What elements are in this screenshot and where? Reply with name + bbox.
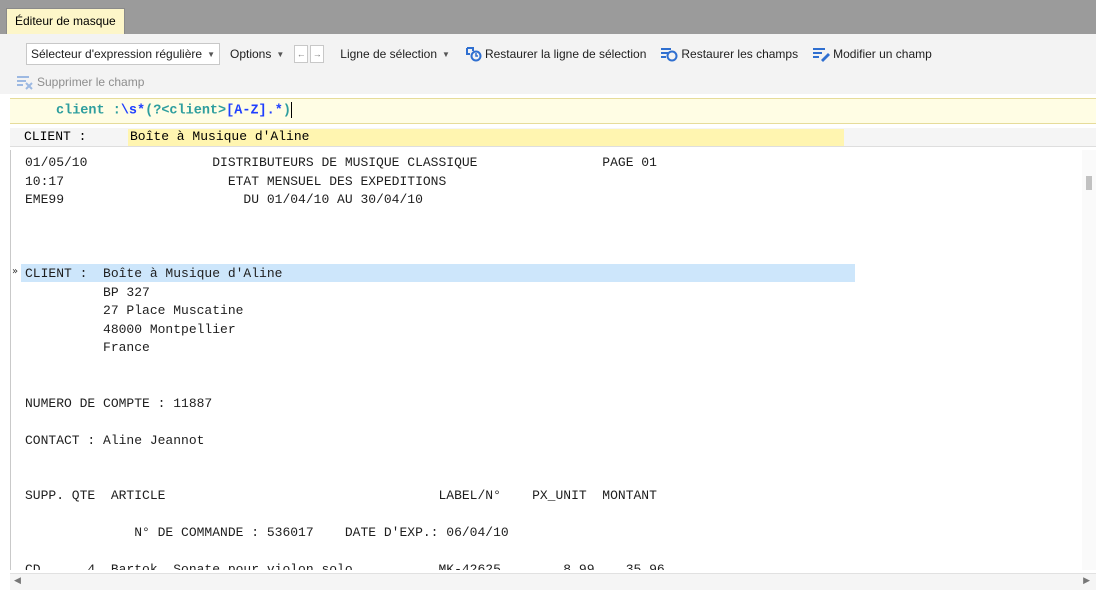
regex-whitespace-token: \s* xyxy=(120,103,146,119)
arrow-left-icon: ← xyxy=(296,49,306,59)
edit-field-button[interactable]: Modifier un champ xyxy=(808,46,936,62)
selection-marker-icon: » xyxy=(12,266,19,277)
selection-line-label: Ligne de sélection xyxy=(340,47,438,61)
regex-expression[interactable]: client :\s*(?<client>[A-Z].*) xyxy=(56,102,292,121)
vertical-scrollbar[interactable] xyxy=(1082,150,1096,570)
regex-wildcard: .* xyxy=(266,103,283,119)
report-line: 10:17 ETAT MENSUEL DES EXPEDITIONS xyxy=(25,173,447,189)
regex-selector-dropdown[interactable]: Sélecteur d'expression régulière ▼ xyxy=(26,43,220,65)
next-arrow-button[interactable]: → xyxy=(310,45,325,63)
result-label: CLIENT : xyxy=(24,129,87,144)
regex-expression-line[interactable]: client :\s*(?<client>[A-Z].*) xyxy=(10,98,1096,124)
toolbar-row-2: Supprimer le champ xyxy=(12,70,148,94)
report-line: CD 4 Bartok, Sonate pour violon solo MK-… xyxy=(25,562,665,570)
report-line: France xyxy=(25,340,150,355)
restore-icon xyxy=(465,47,482,62)
regex-group-open: (?<client> xyxy=(145,103,227,119)
toolbar: Sélecteur d'expression régulière ▼ Optio… xyxy=(0,34,1096,94)
regex-selector-label: Sélecteur d'expression régulière xyxy=(31,47,203,61)
text-cursor xyxy=(290,102,292,118)
delete-field-button[interactable]: Supprimer le champ xyxy=(12,74,148,90)
sample-result-line: CLIENT : Boîte à Musique d'Aline xyxy=(10,128,1096,147)
options-label: Options xyxy=(229,47,272,61)
previous-arrow-button[interactable]: ← xyxy=(294,45,309,63)
result-field-value[interactable]: Boîte à Musique d'Aline xyxy=(128,129,844,146)
result-value-text: Boîte à Musique d'Aline xyxy=(130,129,310,144)
chevron-down-icon: ▼ xyxy=(442,49,450,59)
tab-mask-editor[interactable]: Éditeur de masque xyxy=(6,8,125,34)
edit-field-icon xyxy=(813,48,831,62)
chevron-down-icon: ▼ xyxy=(276,49,285,59)
restore-selection-line-button[interactable]: Restaurer la ligne de sélection xyxy=(460,46,650,62)
report-line: 48000 Montpellier xyxy=(25,321,236,337)
restore-fields-icon xyxy=(661,48,678,62)
scroll-right-icon[interactable]: ▶ xyxy=(1083,575,1090,586)
delete-field-icon xyxy=(17,76,33,90)
restore-selection-line-label: Restaurer la ligne de sélection xyxy=(484,47,647,61)
scroll-left-icon[interactable]: ◀ xyxy=(14,575,21,586)
tab-strip: Éditeur de masque xyxy=(0,0,1096,34)
delete-field-label: Supprimer le champ xyxy=(37,75,145,89)
selection-line-dropdown[interactable]: Ligne de sélection ▼ xyxy=(336,47,454,61)
report-line: 01/05/10 DISTRIBUTEURS DE MUSIQUE CLASSI… xyxy=(25,155,657,170)
toolbar-row-1: Sélecteur d'expression régulière ▼ Optio… xyxy=(26,42,936,66)
regex-group-close: ) xyxy=(282,103,291,119)
scrollbar-thumb[interactable] xyxy=(1086,176,1092,190)
edit-field-label: Modifier un champ xyxy=(833,47,932,61)
regex-char-class: [A-Z] xyxy=(226,103,267,119)
options-dropdown[interactable]: Options ▼ xyxy=(226,47,288,61)
report-line: SUPP. QTE ARTICLE LABEL/N° PX_UNIT MONTA… xyxy=(25,488,657,503)
arrow-right-icon: → xyxy=(312,49,322,59)
report-line: N° DE COMMANDE : 536017 DATE D'EXP.: 06/… xyxy=(25,525,509,540)
horizontal-scrollbar[interactable]: ◀ ▶ xyxy=(10,573,1096,590)
regex-literal: client : xyxy=(56,103,121,119)
report-line: CONTACT : Aline Jeannot xyxy=(25,432,205,448)
chevron-down-icon: ▼ xyxy=(207,49,215,59)
report-line: NUMERO DE COMPTE : 11887 xyxy=(25,395,213,411)
report-line: 27 Place Muscatine xyxy=(25,303,244,318)
report-line: CLIENT : Boîte à Musique d'Aline xyxy=(25,266,283,281)
report-line: EME99 DU 01/04/10 AU 30/04/10 xyxy=(25,192,423,207)
restore-fields-button[interactable]: Restaurer les champs xyxy=(656,46,802,62)
report-line: BP 327 xyxy=(25,284,150,300)
tab-title: Éditeur de masque xyxy=(15,14,116,28)
report-view[interactable]: » 01/05/10 DISTRIBUTEURS DE MUSIQUE CLAS… xyxy=(10,150,1096,570)
restore-fields-label: Restaurer les champs xyxy=(681,47,799,61)
